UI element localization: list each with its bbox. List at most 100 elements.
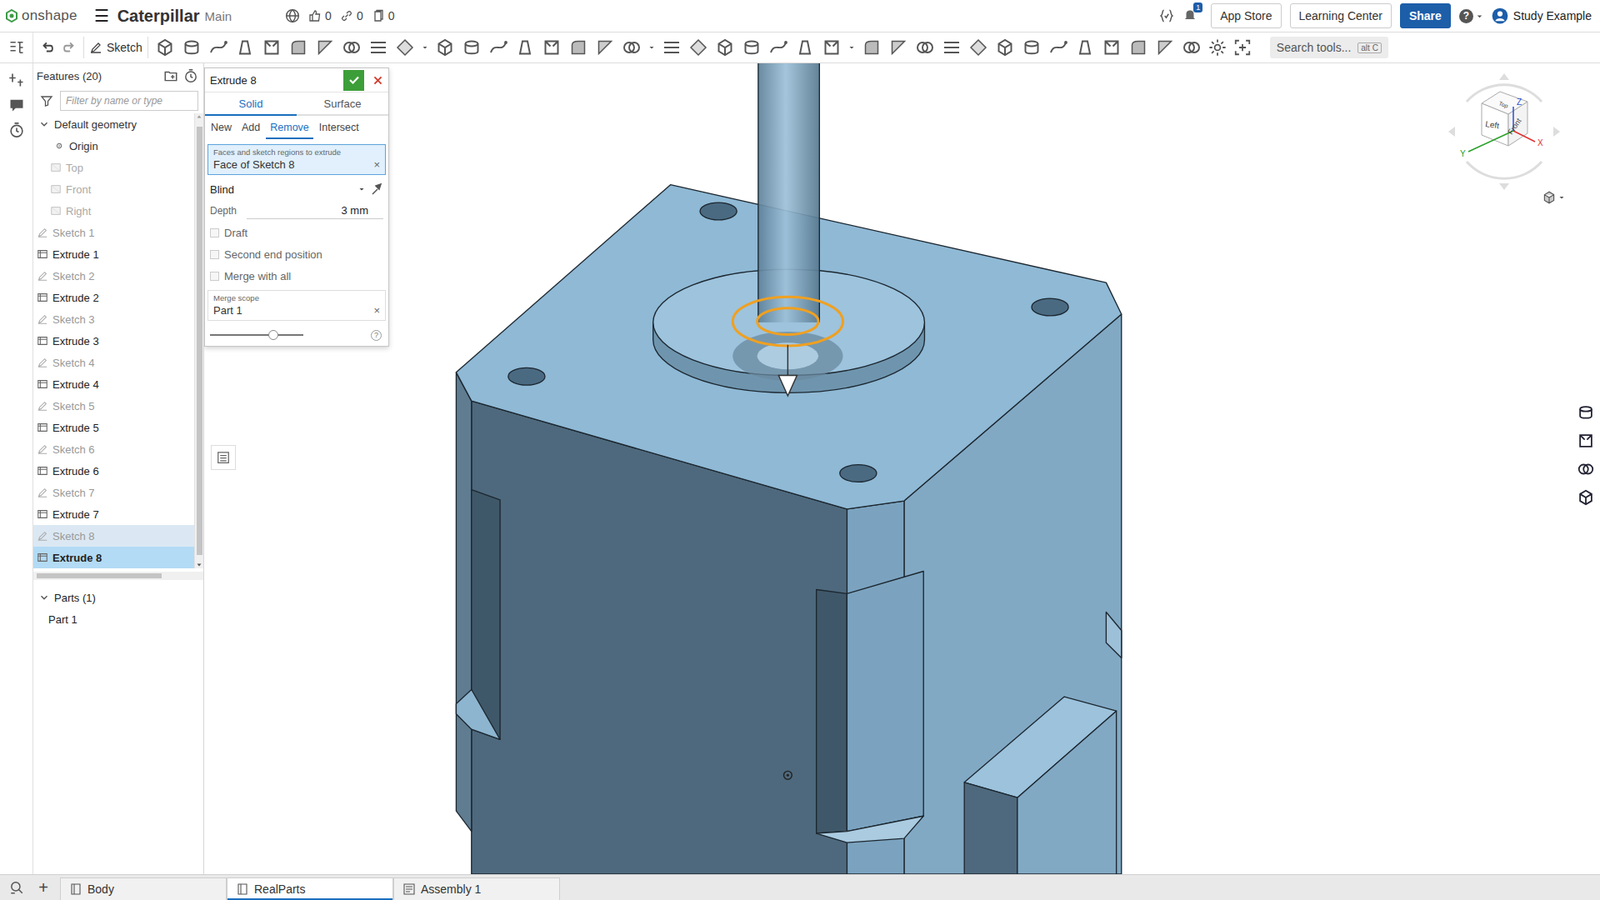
- share-button[interactable]: Share: [1400, 3, 1451, 29]
- tool-icon[interactable]: [995, 37, 1015, 58]
- feature-label[interactable]: Extrude 7: [52, 508, 100, 521]
- tool-icon[interactable]: [541, 37, 562, 58]
- tool-icon[interactable]: [208, 37, 229, 58]
- feature-item[interactable]: Default geometry: [33, 113, 195, 135]
- motor-model[interactable]: [204, 63, 1600, 875]
- notifications[interactable]: 1: [1182, 7, 1198, 25]
- option-row[interactable]: Draft: [205, 221, 389, 244]
- tool-icon[interactable]: [341, 37, 362, 58]
- depth-value[interactable]: 3 mm: [341, 204, 370, 217]
- tool-icon[interactable]: [688, 37, 709, 58]
- flip-direction-icon[interactable]: [370, 182, 384, 196]
- feature-label[interactable]: Sketch 7: [52, 486, 95, 500]
- tool-icon[interactable]: [568, 37, 589, 58]
- tool-icon[interactable]: [261, 37, 282, 58]
- option-label[interactable]: Draft: [224, 226, 248, 240]
- undo-icon[interactable]: [40, 40, 55, 55]
- tool-icon[interactable]: [1181, 37, 1202, 58]
- end-type-row[interactable]: Blind: [205, 178, 389, 200]
- tool-icon[interactable]: [395, 37, 415, 58]
- tool-icon[interactable]: [768, 37, 789, 58]
- feature-label[interactable]: Sketch 3: [52, 313, 95, 326]
- feature-label[interactable]: Sketch 8: [52, 530, 95, 543]
- confirm-button[interactable]: [343, 70, 365, 91]
- feature-label[interactable]: Right: [65, 205, 91, 218]
- checkbox[interactable]: [210, 271, 220, 281]
- operation-tab[interactable]: Intersect: [315, 115, 364, 140]
- comment-icon[interactable]: [8, 96, 25, 114]
- feature-item[interactable]: Sketch 3: [33, 308, 195, 330]
- feature-label[interactable]: Origin: [69, 140, 99, 153]
- feature-item[interactable]: Sketch 6: [33, 438, 195, 460]
- tool-icon[interactable]: [621, 37, 642, 58]
- feature-item[interactable]: Sketch 8: [33, 525, 195, 547]
- feature-label[interactable]: Extrude 6: [52, 465, 100, 478]
- cube-face-label[interactable]: Front: [1505, 116, 1524, 136]
- scroll-thumb[interactable]: [36, 573, 162, 579]
- tool-icon[interactable]: [888, 37, 909, 58]
- parts-header[interactable]: Parts (1): [33, 586, 204, 609]
- main-menu[interactable]: ☰: [94, 5, 110, 26]
- tool-icon[interactable]: [915, 37, 935, 58]
- selection-field[interactable]: Faces and sketch regions to extrudeFace …: [207, 144, 386, 175]
- user-name[interactable]: Study Example: [1513, 9, 1592, 23]
- feature-item[interactable]: Extrude 7: [33, 503, 195, 525]
- feature-label[interactable]: Default geometry: [54, 118, 137, 131]
- feature-item[interactable]: Top: [33, 156, 195, 179]
- feature-label[interactable]: Front: [65, 183, 91, 196]
- gear-icon[interactable]: [1208, 38, 1227, 57]
- header-button[interactable]: App Store: [1210, 3, 1281, 29]
- help-menu[interactable]: ?: [1459, 9, 1484, 24]
- feature-item[interactable]: Extrude 5: [33, 416, 195, 439]
- feature-label[interactable]: Extrude 4: [52, 378, 100, 391]
- tool-icon[interactable]: [155, 37, 175, 58]
- feature-label[interactable]: Sketch 6: [52, 443, 95, 456]
- tab-label[interactable]: Assembly 1: [420, 882, 481, 896]
- tool-icon[interactable]: [368, 37, 389, 58]
- tab-manager[interactable]: [0, 875, 34, 900]
- tool-icon[interactable]: [315, 37, 335, 58]
- feature-label[interactable]: Extrude 1: [52, 248, 100, 261]
- like-counter[interactable]: 0: [308, 9, 332, 23]
- tool-icon[interactable]: [461, 37, 482, 58]
- detail-slider[interactable]: [210, 334, 304, 336]
- checkbox[interactable]: [210, 228, 220, 238]
- tool-icon[interactable]: [941, 37, 962, 58]
- tool-icon[interactable]: [715, 37, 735, 58]
- option-label[interactable]: Second end position: [224, 248, 323, 261]
- feature-label[interactable]: Extrude 8: [52, 551, 102, 565]
- branch-name[interactable]: Main: [205, 9, 233, 24]
- history-icon[interactable]: [8, 121, 25, 139]
- dropdown-caret-icon[interactable]: [421, 44, 429, 51]
- feature-label[interactable]: Extrude 3: [52, 335, 100, 348]
- depth-input[interactable]: 3 mm: [246, 202, 384, 220]
- feature-item[interactable]: Extrude 2: [33, 286, 195, 309]
- end-type[interactable]: Blind: [210, 183, 354, 196]
- feature-item[interactable]: Extrude 1: [33, 243, 195, 265]
- operation-tab[interactable]: Add: [237, 115, 265, 140]
- feature-label[interactable]: Sketch 1: [52, 226, 95, 240]
- clear-selection[interactable]: ×: [373, 158, 380, 171]
- tab-label[interactable]: RealParts: [254, 882, 305, 896]
- operation-tab[interactable]: Remove: [265, 115, 314, 140]
- feature-label[interactable]: Sketch 2: [52, 270, 95, 283]
- feature-label[interactable]: Extrude 5: [52, 421, 100, 435]
- part-item[interactable]: Part 1: [33, 608, 204, 630]
- document-name[interactable]: Caterpillar: [117, 6, 200, 26]
- feature-item[interactable]: Extrude 4: [33, 373, 195, 395]
- rollback-timer-icon[interactable]: [183, 68, 199, 84]
- option-label[interactable]: Merge with all: [224, 270, 291, 283]
- feature-label[interactable]: Extrude 2: [52, 291, 100, 305]
- logo-text[interactable]: onshape: [21, 7, 78, 25]
- tool-icon[interactable]: [595, 37, 615, 58]
- tool-icon[interactable]: [821, 37, 842, 58]
- horizontal-scrollbar[interactable]: [33, 571, 204, 580]
- tool-icon[interactable]: [1075, 37, 1095, 58]
- feature-item[interactable]: Origin: [33, 135, 195, 157]
- search-tools[interactable]: Search tools...alt C: [1270, 36, 1389, 59]
- globe-icon[interactable]: [285, 8, 300, 24]
- body-type-tab[interactable]: Solid: [205, 92, 297, 116]
- add-folder-icon[interactable]: [163, 68, 179, 84]
- chevron-icon[interactable]: [38, 591, 50, 604]
- slider-thumb[interactable]: [268, 330, 279, 340]
